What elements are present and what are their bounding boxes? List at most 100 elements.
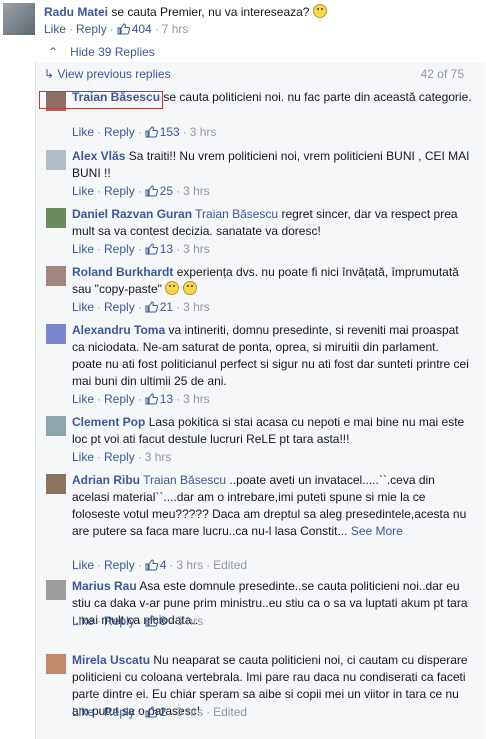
- reply-thread: ↳ View previous replies 42 of 75 Traian …: [35, 62, 485, 739]
- reply-author[interactable]: Alex Vlăs: [72, 149, 125, 163]
- thumbs-up-icon: [145, 243, 158, 255]
- timestamp[interactable]: 3 hrs: [145, 450, 172, 464]
- view-previous-link[interactable]: ↳ View previous replies: [44, 67, 171, 81]
- reply-actions: Like · Reply · 21 · 3 hrs: [72, 300, 210, 314]
- reply-body: Traian Băsescu se cauta politicieni noi.…: [72, 89, 472, 106]
- thumbs-up-icon: [145, 559, 158, 571]
- timestamp[interactable]: 3 hrs: [183, 242, 210, 256]
- reply-link[interactable]: Reply: [104, 184, 135, 198]
- reply-body: Roland Burkhardt experiența dvs. nu poat…: [72, 264, 472, 298]
- mention-tag[interactable]: Traian Băsescu: [195, 207, 278, 221]
- timestamp[interactable]: 3 hrs: [176, 558, 203, 572]
- like-link[interactable]: Like: [72, 392, 94, 406]
- avatar[interactable]: [46, 416, 66, 436]
- avatar[interactable]: [46, 208, 66, 228]
- reply-author[interactable]: Marius Rau: [72, 579, 137, 593]
- reply-counter: 42 of 75: [420, 67, 464, 81]
- reply-body: Alexandru Toma va intineriti, domnu pres…: [72, 322, 472, 390]
- reply-author[interactable]: Daniel Razvan Guran: [72, 207, 192, 221]
- thumbs-up-icon: [145, 706, 158, 718]
- thumbs-up-icon: [145, 393, 158, 405]
- avatar[interactable]: [46, 266, 66, 286]
- reply-body: Daniel Razvan Guran Traian Băsescu regre…: [72, 206, 472, 240]
- like-link[interactable]: Like: [72, 558, 94, 572]
- comment-text: se cauta Premier, nu va intereseaza?: [111, 5, 310, 19]
- comment-author[interactable]: Radu Matei: [44, 5, 108, 19]
- reply-actions: Like · Reply · 2 · 3 hrs · Edited: [72, 705, 248, 719]
- reply-link[interactable]: Reply: [104, 300, 135, 314]
- reply-body: Clement Pop Lasa pokitica si stai acasa …: [72, 414, 472, 448]
- reply-actions: Like · Reply · 3 hrs: [72, 450, 172, 464]
- view-previous-row: ↳ View previous replies 42 of 75: [44, 67, 478, 81]
- avatar[interactable]: [46, 91, 66, 111]
- like-count[interactable]: 153: [160, 125, 180, 139]
- avatar[interactable]: [3, 3, 35, 35]
- like-count[interactable]: 25: [160, 184, 173, 198]
- reply-actions: Like · Reply · 8 · 3 hrs: [72, 614, 204, 628]
- like-link[interactable]: Like: [44, 22, 66, 36]
- like-link[interactable]: Like: [72, 242, 94, 256]
- like-link[interactable]: Like: [72, 705, 94, 719]
- thumbs-up-icon: [145, 126, 158, 138]
- reply-actions: Like · Reply · 4 · 3 hrs · Edited: [72, 558, 248, 572]
- see-more-link[interactable]: See More: [351, 524, 403, 538]
- thumbs-up-icon: [145, 185, 158, 197]
- timestamp[interactable]: 3 hrs: [183, 392, 210, 406]
- reply-author[interactable]: Roland Burkhardt: [72, 265, 173, 279]
- smile-emoji-icon: [165, 281, 180, 295]
- like-count[interactable]: 13: [160, 242, 173, 256]
- avatar[interactable]: [46, 324, 66, 344]
- thumbs-up-icon: [117, 23, 130, 35]
- reply-link[interactable]: Reply: [76, 22, 107, 36]
- reply-body: Alex Vlăs Sa traiti!! Nu vrem politicien…: [72, 148, 472, 182]
- timestamp[interactable]: 3 hrs: [176, 705, 203, 719]
- like-link[interactable]: Like: [72, 300, 94, 314]
- avatar[interactable]: [46, 654, 66, 674]
- reply-arrow-icon: ↳: [44, 67, 55, 81]
- reply-actions: Like · Reply · 25 · 3 hrs: [72, 184, 210, 198]
- reply-link[interactable]: Reply: [104, 242, 135, 256]
- reply-author[interactable]: Mirela Uscatu: [72, 653, 150, 667]
- reply-author[interactable]: Adrian Ribu: [72, 473, 140, 487]
- chevron-up-icon: ⌃: [48, 45, 59, 59]
- avatar[interactable]: [46, 150, 66, 170]
- reply-actions: Like · Reply · 153 · 3 hrs: [72, 125, 217, 139]
- avatar[interactable]: [46, 580, 66, 600]
- thumbs-up-icon: [145, 615, 158, 627]
- reply-author[interactable]: Traian Băsescu: [72, 90, 160, 104]
- hide-replies-link[interactable]: ⌃ Hide 39 Replies: [44, 45, 155, 59]
- edited-label[interactable]: Edited: [213, 558, 247, 572]
- reply-link[interactable]: Reply: [104, 450, 135, 464]
- like-link[interactable]: Like: [72, 614, 94, 628]
- edited-label[interactable]: Edited: [213, 705, 247, 719]
- like-link[interactable]: Like: [72, 125, 94, 139]
- like-link[interactable]: Like: [72, 450, 94, 464]
- reply-text: Sa traiti!! Nu vrem politicieni noi, vre…: [72, 149, 470, 180]
- reply-link[interactable]: Reply: [104, 705, 135, 719]
- like-count[interactable]: 13: [160, 392, 173, 406]
- mention-tag[interactable]: Traian Băsescu: [143, 473, 226, 487]
- reply-body: Adrian Ribu Traian Băsescu ..poate aveti…: [72, 472, 472, 540]
- smile-emoji-icon: [182, 281, 197, 295]
- reply-actions: Like · Reply · 13 · 3 hrs: [72, 242, 210, 256]
- top-comment: Radu Matei se cauta Premier, nu va inter…: [0, 0, 486, 42]
- like-count[interactable]: 404: [132, 22, 152, 36]
- timestamp[interactable]: 3 hrs: [183, 184, 210, 198]
- like-count[interactable]: 21: [160, 300, 173, 314]
- timestamp[interactable]: 3 hrs: [190, 125, 217, 139]
- reply-author[interactable]: Clement Pop: [72, 415, 145, 429]
- thumbs-up-icon: [145, 301, 158, 313]
- like-link[interactable]: Like: [72, 184, 94, 198]
- timestamp[interactable]: 3 hrs: [183, 300, 210, 314]
- reply-link[interactable]: Reply: [104, 614, 135, 628]
- smile-emoji-icon: [312, 4, 327, 18]
- hide-replies-label: Hide 39 Replies: [70, 45, 155, 59]
- reply-actions: Like · Reply · 13 · 3 hrs: [72, 392, 210, 406]
- reply-link[interactable]: Reply: [104, 392, 135, 406]
- timestamp[interactable]: 3 hrs: [176, 614, 203, 628]
- reply-link[interactable]: Reply: [104, 125, 135, 139]
- reply-author[interactable]: Alexandru Toma: [72, 323, 165, 337]
- timestamp[interactable]: 7 hrs: [162, 22, 189, 36]
- reply-link[interactable]: Reply: [104, 558, 135, 572]
- avatar[interactable]: [46, 474, 66, 494]
